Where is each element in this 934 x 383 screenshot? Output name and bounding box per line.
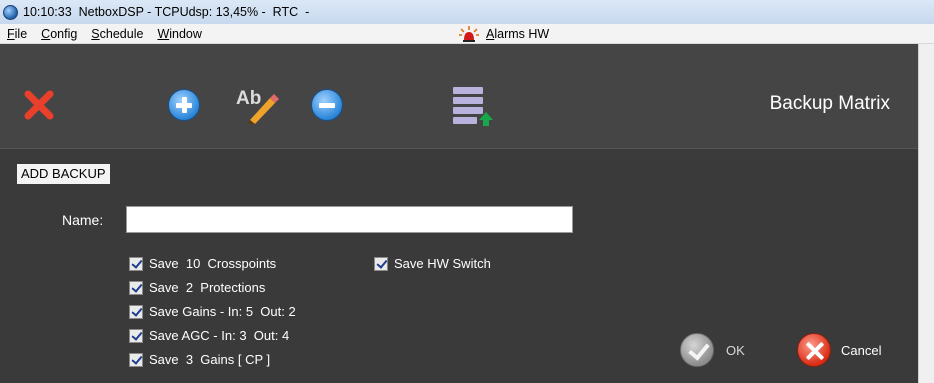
menu-window[interactable]: Window bbox=[150, 27, 208, 41]
alarms-hw-label: Alarms HW bbox=[486, 27, 550, 41]
app-globe-icon bbox=[3, 4, 18, 20]
checkbox-checked-icon bbox=[129, 256, 143, 271]
protections-label: Save 2 Protections bbox=[149, 280, 266, 295]
menu-bar: File Config Schedule Window Alarms HW bbox=[0, 24, 934, 44]
checkbox-checked-icon bbox=[129, 280, 143, 295]
crosspoints-checkbox[interactable]: Save 10 Crosspoints bbox=[129, 256, 276, 271]
agc-label: Save AGC - In: 3 Out: 4 bbox=[149, 328, 290, 343]
add-button[interactable] bbox=[168, 89, 200, 121]
gains-checkbox[interactable]: Save Gains - In: 5 Out: 2 bbox=[129, 304, 296, 319]
rename-button[interactable]: Ab bbox=[236, 84, 280, 124]
svg-text:Ab: Ab bbox=[236, 88, 261, 109]
main-panel: Ab Backup Matrix ADD BACKUP Name: Save 1… bbox=[0, 44, 918, 383]
protections-checkbox[interactable]: Save 2 Protections bbox=[129, 280, 265, 295]
close-icon bbox=[24, 90, 54, 120]
agc-checkbox[interactable]: Save AGC - In: 3 Out: 4 bbox=[129, 328, 289, 343]
remove-button[interactable] bbox=[311, 89, 343, 121]
section-label: ADD BACKUP bbox=[17, 164, 110, 184]
title-bar: 10:10:33 NetboxDSP - TCPUdsp: 13,45% - R… bbox=[0, 0, 934, 24]
cancel-x-icon bbox=[797, 333, 831, 367]
checkmark-icon bbox=[680, 333, 714, 367]
checkbox-checked-icon bbox=[129, 328, 143, 343]
alarm-siren-icon bbox=[458, 25, 480, 43]
load-list-button[interactable] bbox=[449, 84, 495, 126]
toolbar-divider bbox=[0, 148, 918, 158]
ok-label: OK bbox=[726, 342, 745, 358]
name-input[interactable] bbox=[126, 206, 573, 233]
load-list-icon bbox=[453, 87, 493, 126]
hw-switch-label: Save HW Switch bbox=[394, 256, 491, 271]
rename-icon: Ab bbox=[236, 88, 279, 124]
checkbox-checked-icon bbox=[374, 256, 388, 271]
crosspoints-label: Save 10 Crosspoints bbox=[149, 256, 277, 271]
cp-gains-checkbox[interactable]: Save 3 Gains [ CP ] bbox=[129, 352, 270, 367]
gains-label: Save Gains - In: 5 Out: 2 bbox=[149, 304, 296, 319]
menu-file[interactable]: File bbox=[0, 27, 34, 41]
checkbox-checked-icon bbox=[129, 352, 143, 367]
page-title: Backup Matrix bbox=[769, 93, 890, 114]
close-button[interactable] bbox=[22, 88, 56, 122]
alarms-hw-menu[interactable]: Alarms HW bbox=[458, 24, 549, 44]
cancel-label: Cancel bbox=[841, 342, 882, 358]
window-title: 10:10:33 NetboxDSP - TCPUdsp: 13,45% - R… bbox=[23, 5, 310, 19]
checkbox-checked-icon bbox=[129, 304, 143, 319]
ok-button[interactable]: OK bbox=[680, 333, 745, 367]
toolbar: Ab Backup Matrix bbox=[0, 44, 918, 148]
name-label: Name: bbox=[62, 212, 104, 228]
add-backup-form: ADD BACKUP Name: Save 10 Crosspoints Sav… bbox=[0, 158, 918, 383]
vertical-scrollbar[interactable] bbox=[918, 44, 934, 383]
hw-switch-checkbox[interactable]: Save HW Switch bbox=[374, 256, 491, 271]
cancel-button[interactable]: Cancel bbox=[797, 333, 881, 367]
menu-config[interactable]: Config bbox=[34, 27, 84, 41]
menu-schedule[interactable]: Schedule bbox=[84, 27, 150, 41]
cp-gains-label: Save 3 Gains [ CP ] bbox=[149, 352, 271, 367]
